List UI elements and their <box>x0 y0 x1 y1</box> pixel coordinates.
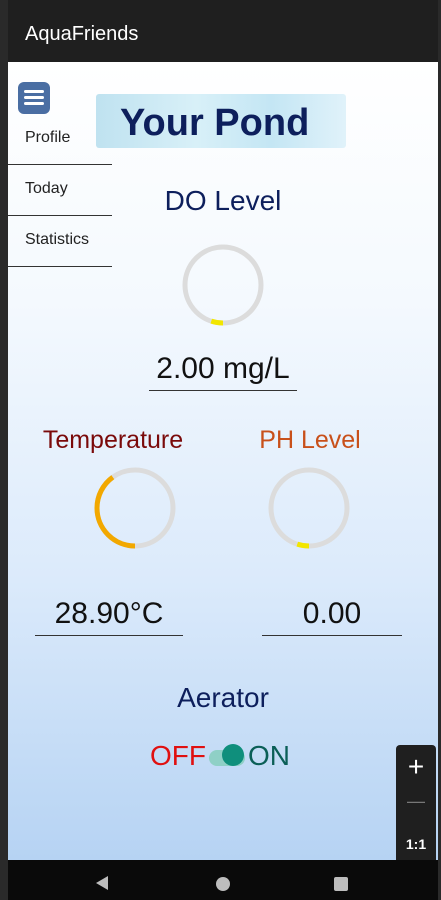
pond-banner: Your Pond <box>96 94 346 148</box>
android-nav-bar <box>8 860 438 900</box>
aerator-label: Aerator <box>177 682 269 713</box>
app-title: AquaFriends <box>25 23 139 45</box>
recents-icon[interactable] <box>334 877 348 891</box>
app-bar: AquaFriends <box>8 0 438 62</box>
aerator-on-label: ON <box>248 740 290 771</box>
zoom-in-button[interactable]: + <box>396 751 436 783</box>
zoom-out-button[interactable]: — <box>396 791 436 812</box>
do-level-value: 2.00 mg/L <box>149 352 297 391</box>
back-icon[interactable] <box>94 875 110 891</box>
sidebar-item-statistics[interactable]: Statistics <box>8 216 112 267</box>
ph-level-label: PH Level <box>259 426 361 454</box>
sidebar-item-today[interactable]: Today <box>8 165 112 216</box>
gauge-track <box>182 244 264 326</box>
ph-level-value: 0.00 <box>262 597 402 636</box>
zoom-ratio-button[interactable]: 1:1 <box>396 836 436 852</box>
do-level-gauge <box>182 244 264 326</box>
phone-frame: AquaFriends Profile Today Statistics You… <box>0 0 441 900</box>
page-title: Your Pond <box>120 102 310 144</box>
gauge-track <box>268 467 350 549</box>
temperature-value: 28.90°C <box>35 597 183 636</box>
sidebar-item-label: Statistics <box>25 231 90 248</box>
temperature-label: Temperature <box>42 426 184 454</box>
temperature-gauge <box>94 467 176 549</box>
hamburger-menu-icon[interactable] <box>18 82 50 114</box>
ph-level-gauge <box>268 467 350 549</box>
sidebar-item-label: Today <box>25 180 68 197</box>
sidebar-item-label: Profile <box>25 129 71 146</box>
aerator-toggle-knob[interactable] <box>222 744 244 766</box>
do-level-label: DO Level <box>164 185 282 216</box>
main-content: Profile Today Statistics Your Pond DO Le… <box>8 62 438 860</box>
aerator-off-label: OFF <box>150 740 206 771</box>
home-icon[interactable] <box>215 876 231 892</box>
